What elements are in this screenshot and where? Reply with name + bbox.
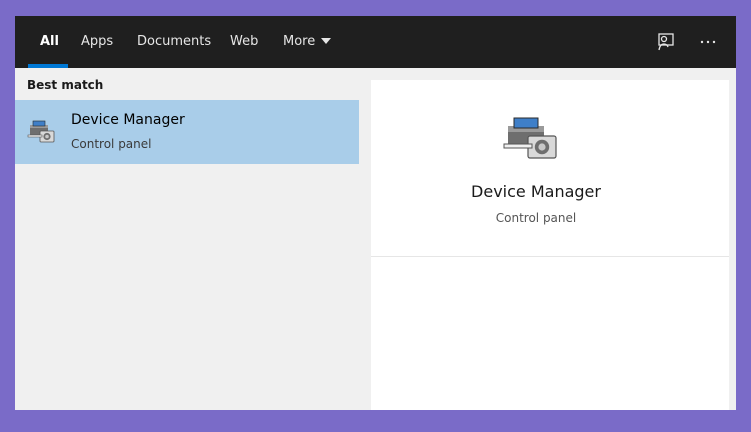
preview-divider: [371, 256, 729, 257]
results-pane: Best match Device Manager Control panel: [15, 68, 359, 410]
search-tabs-bar: All Apps Documents Web More: [15, 16, 736, 68]
tab-all[interactable]: All: [40, 16, 59, 68]
result-subtitle: Control panel: [71, 137, 152, 151]
more-options-icon[interactable]: [695, 29, 721, 55]
preview-pane: Device Manager Control panel: [371, 80, 729, 410]
device-manager-icon: [27, 116, 57, 146]
result-title: Device Manager: [71, 112, 185, 128]
preview-subtitle: Control panel: [495, 211, 577, 225]
tab-more-label: More: [283, 34, 316, 49]
result-device-manager[interactable]: Device Manager Control panel: [15, 100, 359, 164]
search-window: All Apps Documents Web More Best match D…: [15, 16, 736, 410]
tab-apps[interactable]: Apps: [81, 16, 113, 68]
feedback-icon[interactable]: [653, 29, 679, 55]
tab-web[interactable]: Web: [230, 16, 258, 68]
tab-documents[interactable]: Documents: [137, 16, 211, 68]
preview-title: Device Manager: [471, 182, 601, 201]
tab-more[interactable]: More: [283, 16, 332, 68]
section-header-best-match: Best match: [27, 78, 104, 92]
chevron-down-icon: [321, 37, 332, 44]
device-manager-icon: [502, 110, 562, 164]
